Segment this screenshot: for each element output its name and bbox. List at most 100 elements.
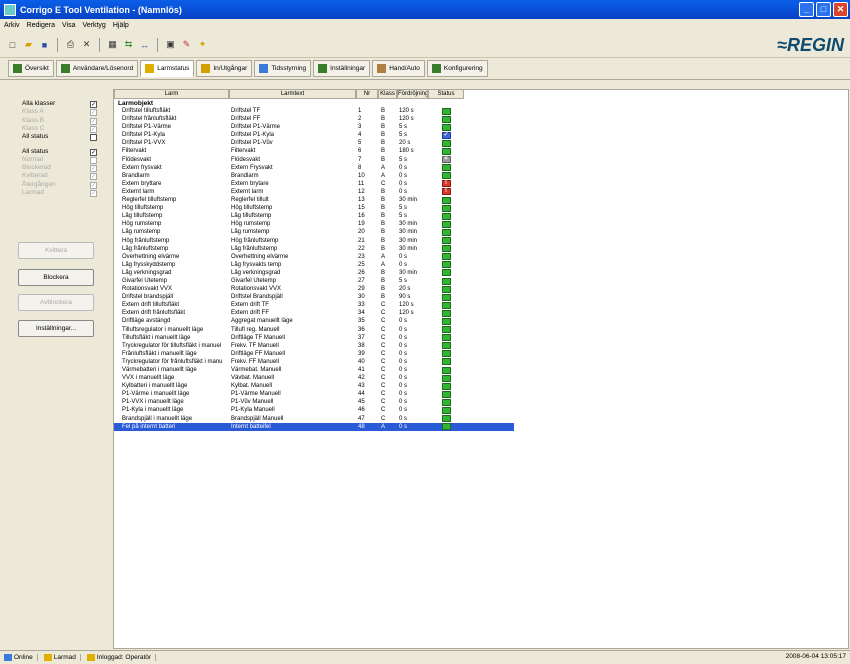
menu-verktyg[interactable]: Verktyg	[82, 22, 105, 29]
table-row[interactable]: Kylbatteri i manuellt läge Kylbat. Manuel…	[114, 382, 514, 390]
table-row[interactable]: Tilluftsregulator i manuellt läge Tillufl…	[114, 326, 514, 334]
table-row[interactable]: Låg verkningsgrad Låg verkningsgrad 26 B 30 …	[114, 269, 514, 277]
table-row[interactable]: Extern bryttare Extern brytare 11 C 0 s!	[114, 180, 514, 188]
tab-in-utgångar[interactable]: In/Utgångar	[196, 60, 253, 77]
alarm-grid[interactable]: Larm Larmtext Nr Klass Fördröjning Status Lar…	[113, 89, 849, 649]
table-cell: 5	[358, 140, 362, 147]
table-row[interactable]: P1-Värme i manuellt läge P1-Värme Manuell…	[114, 390, 514, 398]
status-normal-icon	[441, 423, 451, 431]
table-row[interactable]: VVX i manuellt läge Vävbat. Manuell 42 C 0 s	[114, 374, 514, 382]
menu-arkiv[interactable]: Arkiv	[4, 22, 20, 29]
maximize-button[interactable]: □	[816, 2, 831, 17]
status-cell	[428, 366, 464, 374]
table-row[interactable]: Reglerfel tilluftstemp Reglerfel tillult 1…	[114, 196, 514, 204]
tab-översikt[interactable]: Översikt	[8, 60, 54, 77]
tab-konfigurering[interactable]: Konfigurering	[426, 60, 488, 77]
table-row[interactable]: Hög frånluftstemp Hög frånluftstemp 21 B 30 …	[114, 237, 514, 245]
table-row[interactable]: Tilluftsfläkt i manuellt läge Driftläge T…	[114, 334, 514, 342]
new-icon[interactable]: □	[6, 38, 19, 51]
menu-hjälp[interactable]: Hjälp	[113, 22, 129, 29]
column-header[interactable]: Nr	[356, 90, 378, 99]
table-row[interactable]: Driftstel frånluftsfläkt Driftstel FF 2 B 12…	[114, 115, 514, 123]
group-label: Larmobjekt	[118, 100, 154, 107]
table-row[interactable]: Tryckregulator för tilluftsfläkt i manue…	[114, 342, 514, 350]
edit-icon[interactable]: ✎	[180, 38, 193, 51]
close-button[interactable]: ✕	[833, 2, 848, 17]
filter-checkbox[interactable]: ✓	[90, 101, 97, 108]
calc-icon[interactable]: ▦	[106, 38, 119, 51]
table-row[interactable]: Hög rumstemp Hög rumstemp 19 B 30 min	[114, 220, 514, 228]
table-cell: Tillufl reg. Manuell	[231, 326, 280, 333]
table-cell: C	[381, 399, 386, 406]
tab-hand-auto[interactable]: Hand/Auto	[372, 60, 425, 77]
table-cell: A	[381, 423, 386, 430]
filter-checkbox[interactable]	[90, 134, 97, 142]
table-row[interactable]: Tryckregulator för frånluftsfläkt i manu…	[114, 358, 514, 366]
table-row[interactable]: P1-VVX i manuellt läge P1-Vův Manuell 45 C 0…	[114, 398, 514, 406]
table-row[interactable]: Brandlarm Brandlarm 10 A 0 s	[114, 172, 514, 180]
display-icon[interactable]: ▣	[164, 38, 177, 51]
table-row[interactable]: Extern drift frånluftsfläkt Extern drift …	[114, 309, 514, 317]
column-header[interactable]: Larm	[114, 90, 229, 99]
wand-icon[interactable]: ✦	[196, 38, 209, 51]
menu-redigera[interactable]: Redigera	[27, 22, 55, 29]
table-row[interactable]: Extern frysvakt Extern Frysvakt 8 A 0 s	[114, 164, 514, 172]
tab-tidsstyrning[interactable]: Tidsstyrning	[254, 60, 312, 77]
table-cell: Extern drift frånluftsfläkt	[122, 310, 186, 317]
acknowledge-button[interactable]: Kvittera	[18, 242, 94, 259]
table-row[interactable]: Filtervakt Filtervakt 6 B 180 s	[114, 147, 514, 156]
unblock-button[interactable]: Avblockera	[18, 294, 94, 311]
column-header[interactable]: Klass	[378, 90, 397, 99]
table-row[interactable]: Driftläge avstängd Aggregat manuellt läge…	[114, 317, 514, 325]
settings-button[interactable]: Inställningar...	[18, 320, 94, 337]
table-row[interactable]: Driftstel P1-Kyla Driftstel P1-Kyla 4 B 5 s ✓	[114, 131, 514, 139]
tab-användare-lösenord[interactable]: Användare/Lösenord	[55, 60, 139, 77]
table-row[interactable]: Rotationsvakt VVX Rotationsvakt VVX 29 B 20 …	[114, 285, 514, 293]
status-item: Inloggad: Operatör	[86, 654, 157, 661]
table-row[interactable]: Brandspjäll i manuellt läge Brandspjäll M…	[114, 415, 514, 423]
connect-icon[interactable]: ⇆	[122, 38, 135, 51]
tab-inställningar[interactable]: Inställningar	[313, 60, 371, 77]
table-row[interactable]: Överhettning elvärme Överhettning elvärme…	[114, 253, 514, 261]
tab-larmstatus[interactable]: Larmstatus	[140, 60, 195, 77]
table-row[interactable]: Låg tilluftstemp Låg tilluftstemp 16 B 5 s	[114, 212, 514, 220]
table-row[interactable]: Driftstel tilluftsfläkt Driftstel TF 1 B 120…	[114, 107, 514, 115]
table-row[interactable]: Låg rumstemp Låg rumstemp 20 B 30 min	[114, 228, 514, 236]
column-header[interactable]: Status	[428, 90, 464, 99]
block-button[interactable]: Blockera	[18, 269, 94, 286]
column-header[interactable]: Fördröjning	[397, 90, 428, 99]
table-row[interactable]: Driftstel P1-VVX Driftstel P1-Vův 5 B 20 s	[114, 139, 514, 147]
table-cell: B	[381, 277, 386, 284]
table-cell: Driftstel P1-Kyla	[231, 132, 275, 139]
table-cell: Frånluftsfläkt i manuellt läge	[122, 350, 197, 357]
table-row[interactable]: Fel på internt batteri Internt batteifel 4…	[114, 422, 514, 431]
table-cell: 22	[358, 245, 365, 252]
tab-label: Konfigurering	[443, 65, 483, 72]
table-row[interactable]: Driftstel P1-Värme Driftstel P1-Värme 3 B 5 …	[114, 123, 514, 131]
table-row[interactable]: Driftstel brandspjäll Driftstel Brandspjä…	[114, 293, 514, 301]
table-row[interactable]: P1-Kyla i manuellt läge P1-Kyla Manuell 46…	[114, 406, 514, 415]
status-cell	[428, 123, 464, 131]
table-row[interactable]: Flödesvakt Flödesvakt 7 B 5 s ×	[114, 156, 514, 164]
table-cell: Låg verkningsgrad	[122, 269, 172, 276]
table-row[interactable]: Låg frånluftstemp Låg frånluftstemp 22 B 30 …	[114, 245, 514, 253]
table-row[interactable]: Externt larm Externt larm 12 B 0 s!	[114, 188, 514, 196]
table-row[interactable]: Hög tilluftstemp Hög tilluftstemp 15 B 5 s	[114, 204, 514, 212]
minimize-button[interactable]: _	[799, 2, 814, 17]
status-cell	[428, 277, 464, 285]
table-row[interactable]: Värmebatteri i manuellt läge Värmebat. Ma…	[114, 366, 514, 374]
table-row[interactable]: Låg frysskyddstemp Låg frysvakts temp 25 A 0…	[114, 261, 514, 269]
table-row[interactable]: Givarfel Utetemp Givarfel Utetemp 27 B 5 s	[114, 277, 514, 285]
save-icon[interactable]: ■	[38, 38, 51, 51]
print-icon[interactable]: ⎙	[64, 38, 77, 51]
table-row[interactable]: Frånluftsfläkt i manuellt läge Driftläge …	[114, 350, 514, 358]
delete-icon[interactable]: ✕	[80, 38, 93, 51]
column-header[interactable]: Larmtext	[229, 90, 356, 99]
table-cell: Driftläge avstängd	[122, 318, 171, 325]
open-icon[interactable]: ▰	[22, 38, 35, 51]
transfer-icon[interactable]: ↔	[138, 38, 151, 51]
menu-visa[interactable]: Visa	[62, 22, 76, 29]
table-row[interactable]: Extern drift tilluftsfläkt Extern drift T…	[114, 301, 514, 309]
status-cell	[428, 326, 464, 334]
filter-checkbox[interactable]: ✓	[90, 148, 97, 156]
